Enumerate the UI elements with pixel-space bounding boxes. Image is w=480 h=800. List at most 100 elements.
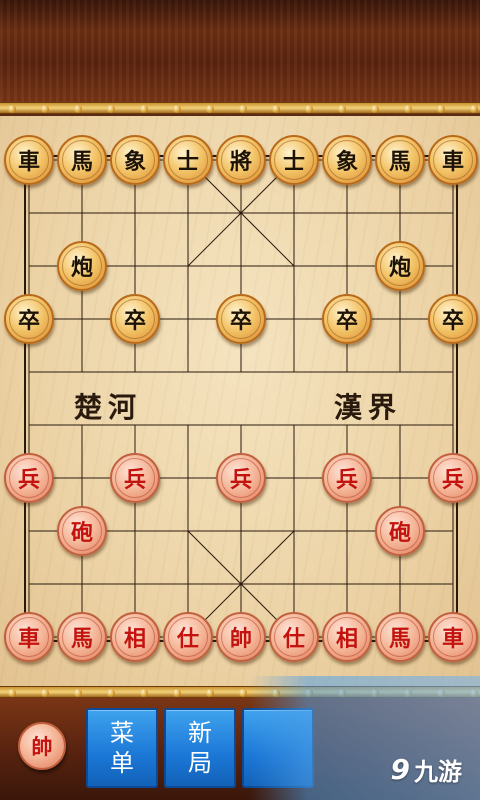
piece-label: 兵 xyxy=(221,458,261,498)
river-label-right: 漢界 xyxy=(334,391,403,424)
piece-label: 車 xyxy=(433,617,473,657)
black-piece[interactable]: 將 xyxy=(216,135,266,185)
rail-stud xyxy=(107,105,115,113)
black-piece[interactable]: 士 xyxy=(163,135,213,185)
rail-stud xyxy=(404,105,412,113)
piece-label: 兵 xyxy=(433,458,473,498)
piece-label: 炮 xyxy=(380,246,420,286)
rail-stud xyxy=(107,689,115,697)
rail-stud xyxy=(74,105,82,113)
chess-board[interactable]: 楚河 漢界 xyxy=(0,116,480,686)
red-piece[interactable]: 帥 xyxy=(216,612,266,662)
red-piece[interactable]: 砲 xyxy=(57,506,107,556)
river-label-left: 楚河 xyxy=(74,391,143,424)
rail-stud xyxy=(338,105,346,113)
red-piece[interactable]: 馬 xyxy=(57,612,107,662)
rail-stud xyxy=(470,105,478,113)
top-rail xyxy=(0,102,480,114)
red-piece[interactable]: 仕 xyxy=(269,612,319,662)
new-game-button-char-1: 新 xyxy=(188,719,212,747)
menu-button[interactable]: 菜 单 xyxy=(86,708,158,788)
black-piece[interactable]: 馬 xyxy=(375,135,425,185)
red-piece[interactable]: 兵 xyxy=(428,453,478,503)
black-piece[interactable]: 馬 xyxy=(57,135,107,185)
top-wood-panel xyxy=(0,0,480,104)
red-piece[interactable]: 車 xyxy=(4,612,54,662)
piece-label: 砲 xyxy=(380,511,420,551)
piece-label: 象 xyxy=(115,140,155,180)
black-piece[interactable]: 卒 xyxy=(216,294,266,344)
piece-label: 車 xyxy=(9,140,49,180)
piece-label: 馬 xyxy=(62,617,102,657)
piece-label: 相 xyxy=(327,617,367,657)
piece-label: 兵 xyxy=(115,458,155,498)
watermark-logo-icon: 9 xyxy=(390,753,410,786)
menu-button-char-1: 菜 xyxy=(110,719,134,747)
piece-label: 馬 xyxy=(380,617,420,657)
rail-stud xyxy=(74,689,82,697)
red-piece[interactable]: 相 xyxy=(322,612,372,662)
piece-label: 將 xyxy=(221,140,261,180)
red-piece[interactable]: 車 xyxy=(428,612,478,662)
piece-label: 相 xyxy=(115,617,155,657)
piece-label: 卒 xyxy=(433,299,473,339)
watermark-text: 九游 xyxy=(414,758,462,786)
piece-label: 砲 xyxy=(62,511,102,551)
rail-stud xyxy=(41,105,49,113)
rail-stud xyxy=(41,689,49,697)
rail-stud xyxy=(437,105,445,113)
new-game-button-char-2: 局 xyxy=(188,749,212,777)
black-piece[interactable]: 象 xyxy=(322,135,372,185)
rail-stud xyxy=(140,105,148,113)
black-piece[interactable]: 卒 xyxy=(110,294,160,344)
red-piece[interactable]: 砲 xyxy=(375,506,425,556)
rail-stud xyxy=(239,105,247,113)
piece-label: 帥 xyxy=(221,617,261,657)
rail-stud xyxy=(8,105,16,113)
menu-button-char-2: 单 xyxy=(110,749,134,777)
red-piece[interactable]: 兵 xyxy=(322,453,372,503)
red-piece[interactable]: 馬 xyxy=(375,612,425,662)
rail-stud xyxy=(8,689,16,697)
piece-label: 車 xyxy=(433,140,473,180)
black-piece[interactable]: 卒 xyxy=(428,294,478,344)
piece-label: 仕 xyxy=(274,617,314,657)
black-piece[interactable]: 炮 xyxy=(375,241,425,291)
red-piece[interactable]: 兵 xyxy=(110,453,160,503)
piece-label: 兵 xyxy=(9,458,49,498)
rail-stud xyxy=(239,689,247,697)
rail-stud xyxy=(371,105,379,113)
rail-stud xyxy=(206,105,214,113)
rail-stud xyxy=(206,689,214,697)
new-game-button[interactable]: 新 局 xyxy=(164,708,236,788)
rail-stud xyxy=(305,105,313,113)
black-piece[interactable]: 車 xyxy=(428,135,478,185)
piece-label: 馬 xyxy=(380,140,420,180)
red-piece[interactable]: 兵 xyxy=(216,453,266,503)
black-piece[interactable]: 卒 xyxy=(322,294,372,344)
black-piece[interactable]: 象 xyxy=(110,135,160,185)
piece-label: 卒 xyxy=(327,299,367,339)
black-piece[interactable]: 士 xyxy=(269,135,319,185)
rail-stud xyxy=(173,689,181,697)
piece-label: 馬 xyxy=(62,140,102,180)
rail-stud xyxy=(272,105,280,113)
red-piece[interactable]: 相 xyxy=(110,612,160,662)
rail-stud xyxy=(173,105,181,113)
board-grid xyxy=(24,155,458,642)
red-piece[interactable]: 兵 xyxy=(4,453,54,503)
black-piece[interactable]: 炮 xyxy=(57,241,107,291)
piece-label: 卒 xyxy=(9,299,49,339)
rail-stud xyxy=(140,689,148,697)
watermark: 9 九游 xyxy=(391,752,462,787)
piece-label: 象 xyxy=(327,140,367,180)
piece-label: 車 xyxy=(9,617,49,657)
piece-label: 士 xyxy=(274,140,314,180)
piece-label: 士 xyxy=(168,140,208,180)
piece-label: 卒 xyxy=(115,299,155,339)
black-piece[interactable]: 車 xyxy=(4,135,54,185)
piece-label: 兵 xyxy=(327,458,367,498)
red-piece[interactable]: 仕 xyxy=(163,612,213,662)
black-piece[interactable]: 卒 xyxy=(4,294,54,344)
turn-indicator: 帥 xyxy=(18,722,66,770)
